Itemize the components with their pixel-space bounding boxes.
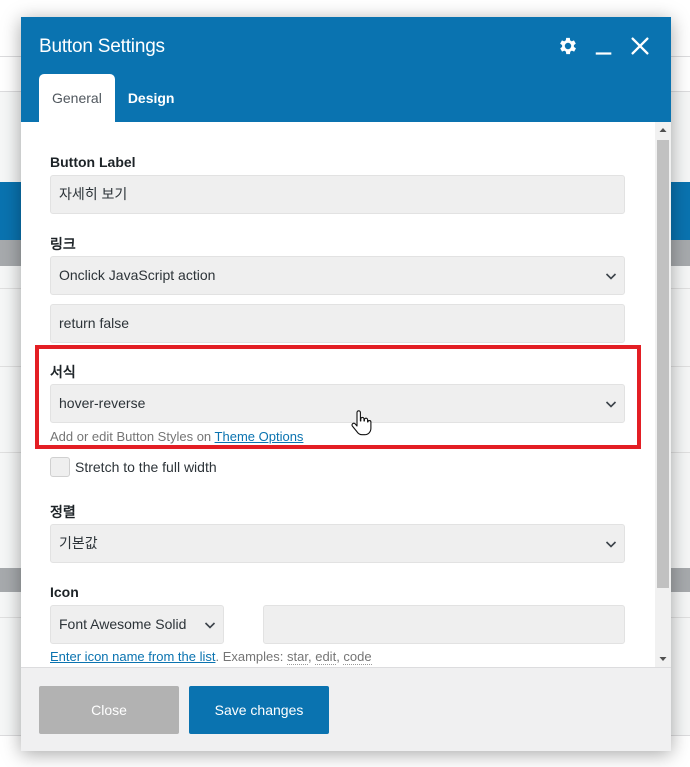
dialog-tabs: General Design xyxy=(39,74,188,122)
align-value: 기본값 xyxy=(59,535,98,551)
save-changes-button[interactable]: Save changes xyxy=(189,686,329,734)
chevron-down-icon xyxy=(605,401,617,408)
dialog-body: Button Label 자세히 보기 링크 Onclick JavaScrip… xyxy=(21,122,671,667)
dialog-scrollbar[interactable] xyxy=(655,122,671,667)
minimize-icon[interactable] xyxy=(593,35,615,57)
icon-help-text: Enter icon name from the list. Examples:… xyxy=(50,649,372,665)
example-star: star xyxy=(287,649,308,665)
link-label: 링크 xyxy=(50,236,76,252)
gear-icon[interactable] xyxy=(557,35,579,57)
theme-options-link[interactable]: Theme Options xyxy=(215,429,304,444)
align-label: 정렬 xyxy=(50,504,76,520)
full-width-label: Stretch to the full width xyxy=(75,459,217,475)
style-value: hover-reverse xyxy=(59,395,146,411)
example-edit: edit xyxy=(315,649,337,665)
chevron-down-icon xyxy=(204,622,216,629)
dialog-footer: Close Save changes xyxy=(21,667,671,751)
tab-design[interactable]: Design xyxy=(115,74,188,122)
style-label: 서식 xyxy=(50,364,76,380)
button-label-label: Button Label xyxy=(50,154,136,170)
style-select[interactable]: hover-reverse xyxy=(50,384,625,423)
link-action-input[interactable]: return false xyxy=(50,304,625,343)
link-type-value: Onclick JavaScript action xyxy=(59,267,216,283)
icon-help-examples-prefix: . Examples: xyxy=(215,649,284,664)
button-label-value: 자세히 보기 xyxy=(59,186,128,202)
link-type-select[interactable]: Onclick JavaScript action xyxy=(50,256,625,295)
dialog-header: Button Settings General Design xyxy=(21,17,671,122)
icon-label: Icon xyxy=(50,584,79,600)
align-select[interactable]: 기본값 xyxy=(50,524,625,563)
scroll-up-arrow-icon[interactable] xyxy=(659,126,667,134)
icon-library-select[interactable]: Font Awesome Solid xyxy=(50,605,224,644)
full-width-checkbox[interactable] xyxy=(50,457,70,477)
dialog-title: Button Settings xyxy=(39,36,165,57)
link-action-value: return false xyxy=(59,315,130,331)
button-settings-dialog: Button Settings General Design Button La… xyxy=(21,17,671,751)
style-help-text: Add or edit Button Styles on Theme Optio… xyxy=(50,429,303,444)
scrollbar-thumb[interactable] xyxy=(657,140,669,588)
close-button[interactable]: Close xyxy=(39,686,179,734)
chevron-down-icon xyxy=(605,541,617,548)
style-help-prefix: Add or edit Button Styles on xyxy=(50,429,212,444)
chevron-down-icon xyxy=(605,273,617,280)
button-label-input[interactable]: 자세히 보기 xyxy=(50,175,625,214)
icon-name-input[interactable] xyxy=(263,605,625,644)
header-actions xyxy=(557,35,651,57)
scroll-down-arrow-icon[interactable] xyxy=(659,655,667,663)
icon-list-link[interactable]: Enter icon name from the list xyxy=(50,649,215,664)
close-icon[interactable] xyxy=(629,35,651,57)
hand-cursor-icon xyxy=(351,410,372,436)
example-code: code xyxy=(343,649,372,665)
tab-general[interactable]: General xyxy=(39,74,115,122)
icon-library-value: Font Awesome Solid xyxy=(59,616,187,632)
